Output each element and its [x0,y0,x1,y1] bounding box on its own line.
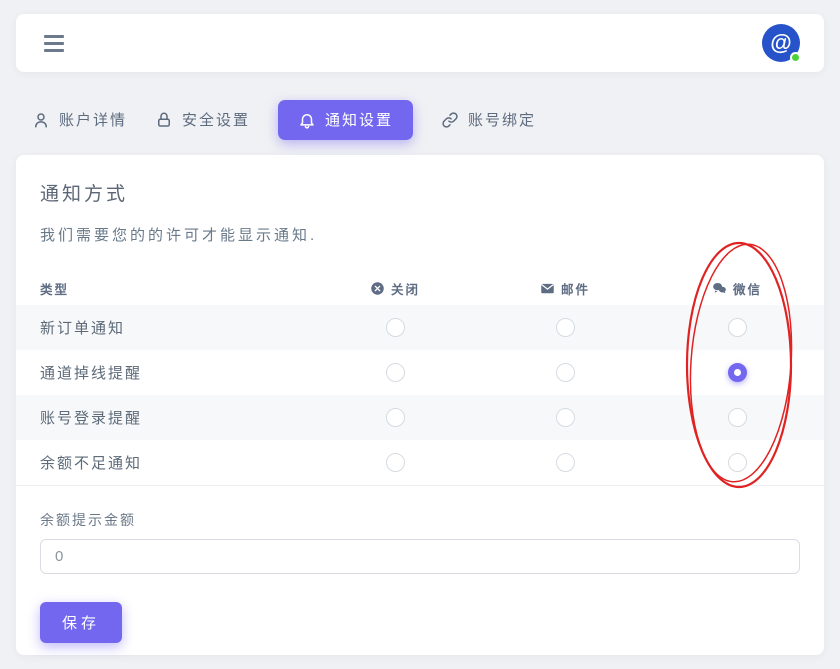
top-navbar: @ [16,14,824,72]
hamburger-icon [44,35,64,38]
notification-table: 类型 关闭 邮件 微信 新订单通知 通道掉线提醒 [16,271,824,485]
save-button[interactable]: 保存 [40,602,122,643]
tab-label: 账户详情 [59,113,127,128]
radio-button[interactable] [556,318,575,337]
wechat-icon [712,281,727,296]
app-logo-avatar[interactable]: @ [762,24,800,62]
amount-label: 余额提示金额 [40,510,800,530]
radio-button[interactable] [728,408,747,427]
radio-button[interactable] [386,453,405,472]
radio-button[interactable] [556,453,575,472]
tab-label: 通知设置 [325,113,393,128]
tab-account-binding[interactable]: 账号绑定 [441,100,536,140]
tab-account-details[interactable]: 账户详情 [32,100,127,140]
bell-icon [298,111,316,129]
table-row: 账号登录提醒 [16,395,824,440]
notification-settings-card: 通知方式 我们需要您的的许可才能显示通知. 类型 关闭 邮件 微信 新订单通知 [16,155,824,655]
link-icon [441,111,459,129]
card-title: 通知方式 [40,179,800,206]
column-header-wechat: 微信 [650,279,824,298]
close-circle-icon [370,281,385,296]
tab-label: 安全设置 [182,113,250,128]
card-subtitle: 我们需要您的的许可才能显示通知. [40,224,800,245]
table-row: 新订单通知 [16,305,824,350]
at-logo-icon: @ [770,30,791,56]
amount-input[interactable] [40,539,800,574]
row-label: 通道掉线提醒 [16,362,310,383]
table-row: 余额不足通知 [16,440,824,485]
tab-label: 账号绑定 [468,113,536,128]
radio-button[interactable] [728,363,747,382]
column-header-off: 关闭 [310,279,480,298]
tab-notification-settings[interactable]: 通知设置 [278,100,413,140]
radio-button[interactable] [728,318,747,337]
user-icon [32,111,50,129]
radio-button[interactable] [728,453,747,472]
menu-toggle-button[interactable] [40,31,68,56]
radio-button[interactable] [556,363,575,382]
row-label: 余额不足通知 [16,452,310,473]
radio-button[interactable] [386,363,405,382]
tab-security-settings[interactable]: 安全设置 [155,100,250,140]
row-label: 账号登录提醒 [16,407,310,428]
column-header-email: 邮件 [480,279,650,298]
table-row: 通道掉线提醒 [16,350,824,395]
row-label: 新订单通知 [16,317,310,338]
table-header-row: 类型 关闭 邮件 微信 [16,271,824,305]
online-status-dot [790,52,801,63]
lock-icon [155,111,173,129]
column-header-type: 类型 [16,279,310,298]
mail-icon [540,281,555,296]
divider [16,485,824,486]
settings-tabs: 账户详情 安全设置 通知设置 账号绑定 [16,100,824,140]
radio-button[interactable] [556,408,575,427]
radio-button[interactable] [386,408,405,427]
radio-button[interactable] [386,318,405,337]
